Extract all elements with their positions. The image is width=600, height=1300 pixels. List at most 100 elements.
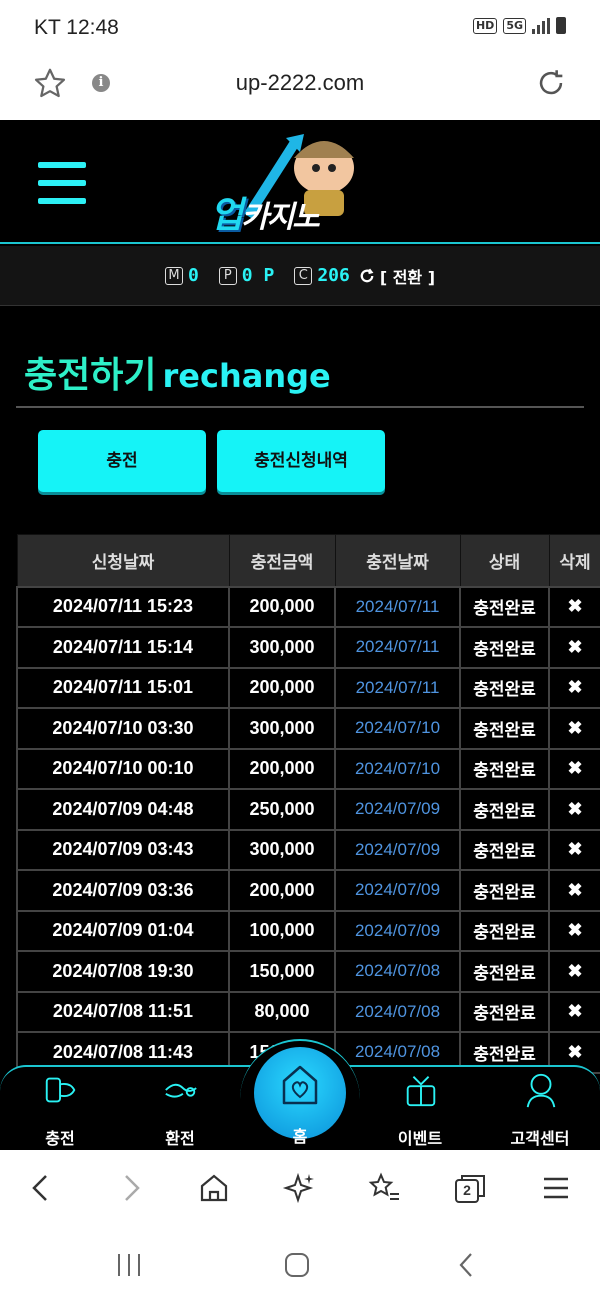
nav-event[interactable]: 이벤트 bbox=[370, 1067, 470, 1150]
delete-x-icon[interactable]: ✖ bbox=[548, 747, 600, 790]
ai-sparkle-icon[interactable] bbox=[282, 1170, 318, 1206]
points-bar: M 0 P 0 P C 206 [ 전환 ] bbox=[0, 246, 600, 306]
table-row: 2024/07/10 03:30 300,000 2024/07/10 충전완료 ✖ bbox=[16, 707, 600, 750]
site-logo[interactable]: 업카지노 bbox=[208, 124, 392, 236]
point-points: P 0 P bbox=[218, 265, 275, 286]
table-row: 2024/07/08 19:30 150,000 2024/07/08 충전완료 ✖ bbox=[16, 950, 600, 993]
delete-x-icon[interactable]: ✖ bbox=[548, 909, 600, 952]
system-back-icon[interactable] bbox=[452, 1250, 482, 1280]
cell-status: 충전완료 bbox=[459, 990, 550, 1033]
url-text[interactable]: up-2222.com bbox=[0, 70, 600, 96]
charge-history-button[interactable]: 충전신청내역 bbox=[217, 430, 385, 492]
p-value: 0 P bbox=[241, 265, 275, 286]
charge-button[interactable]: 충전 bbox=[38, 430, 206, 492]
tab-count: 2 bbox=[463, 1182, 471, 1198]
cell-charge-date: 2024/07/11 bbox=[334, 666, 461, 709]
tabs-icon[interactable]: 2 bbox=[452, 1170, 488, 1206]
cell-status: 충전완료 bbox=[459, 707, 550, 750]
cell-charge-date: 2024/07/09 bbox=[334, 869, 461, 912]
battery-icon bbox=[556, 17, 566, 34]
site-content: 업카지노 M 0 P 0 P C 206 [ 전환 ] 충전하기 rechange… bbox=[0, 120, 600, 1150]
cell-charge-date: 2024/07/11 bbox=[334, 626, 461, 669]
system-home-icon[interactable] bbox=[282, 1250, 312, 1280]
table-row: 2024/07/09 04:48 250,000 2024/07/09 충전완료 ✖ bbox=[16, 788, 600, 831]
nav-exchange[interactable]: 환전 bbox=[130, 1067, 230, 1150]
bottom-nav: 충전 환전 홈 이벤트 고객센터 bbox=[0, 1039, 600, 1150]
support-icon bbox=[526, 1073, 556, 1108]
table-row: 2024/07/08 11:51 80,000 2024/07/08 충전완료 ✖ bbox=[16, 990, 600, 1033]
system-nav-bar bbox=[0, 1226, 600, 1300]
cell-status: 충전완료 bbox=[459, 585, 550, 628]
cell-request-date: 2024/07/09 01:04 bbox=[16, 909, 230, 952]
nav-support[interactable]: 고객센터 bbox=[490, 1067, 590, 1150]
cell-amount: 200,000 bbox=[228, 585, 336, 628]
title-divider bbox=[16, 406, 584, 408]
home-icon[interactable] bbox=[196, 1170, 232, 1206]
convert-button[interactable]: [ 전환 ] bbox=[358, 264, 435, 288]
table-row: 2024/07/09 03:43 300,000 2024/07/09 충전완료 ✖ bbox=[16, 828, 600, 871]
cell-request-date: 2024/07/10 03:30 bbox=[16, 707, 230, 750]
browser-url-bar: i up-2222.com bbox=[0, 58, 600, 120]
money-points: M 0 bbox=[164, 265, 199, 286]
delete-x-icon[interactable]: ✖ bbox=[548, 828, 600, 871]
network-5g-icon: 5G bbox=[503, 17, 526, 34]
bookmarks-icon[interactable] bbox=[366, 1170, 402, 1206]
cell-request-date: 2024/07/11 15:23 bbox=[16, 585, 230, 628]
cell-request-date: 2024/07/09 03:36 bbox=[16, 869, 230, 912]
cell-request-date: 2024/07/11 15:14 bbox=[16, 626, 230, 669]
exchange-icon bbox=[165, 1083, 197, 1098]
menu-icon[interactable] bbox=[538, 1170, 574, 1206]
recent-apps-icon[interactable] bbox=[112, 1250, 146, 1280]
cell-charge-date: 2024/07/09 bbox=[334, 909, 461, 952]
delete-x-icon[interactable]: ✖ bbox=[548, 990, 600, 1033]
cell-request-date: 2024/07/09 04:48 bbox=[16, 788, 230, 831]
forward-icon[interactable] bbox=[112, 1170, 148, 1206]
page-title: 충전하기 rechange bbox=[24, 346, 331, 398]
carrier-time: KT 12:48 bbox=[34, 16, 119, 39]
cell-charge-date: 2024/07/10 bbox=[334, 747, 461, 790]
logo-text: 업카지노 bbox=[210, 195, 320, 236]
table-header-row: 신청날짜 충전금액 충전날짜 상태 삭제 bbox=[16, 534, 600, 587]
charge-history-table: 신청날짜 충전금액 충전날짜 상태 삭제 2024/07/11 15:23 200… bbox=[16, 534, 600, 1074]
delete-x-icon[interactable]: ✖ bbox=[548, 950, 600, 993]
cell-charge-date: 2024/07/09 bbox=[334, 828, 461, 871]
cell-charge-date: 2024/07/08 bbox=[334, 990, 461, 1033]
hamburger-menu-icon[interactable] bbox=[38, 162, 86, 204]
m-value: 0 bbox=[187, 265, 199, 286]
delete-x-icon[interactable]: ✖ bbox=[548, 707, 600, 750]
cell-amount: 300,000 bbox=[228, 707, 336, 750]
header-charge-date: 충전날짜 bbox=[334, 534, 461, 587]
table-body: 2024/07/11 15:23 200,000 2024/07/11 충전완료 ✖ 20… bbox=[16, 585, 600, 1074]
delete-x-icon[interactable]: ✖ bbox=[548, 869, 600, 912]
delete-x-icon[interactable]: ✖ bbox=[548, 788, 600, 831]
reload-icon[interactable] bbox=[534, 66, 568, 100]
cell-status: 충전완료 bbox=[459, 828, 550, 871]
cell-charge-date: 2024/07/11 bbox=[334, 585, 461, 628]
header-delete: 삭제 bbox=[548, 534, 600, 587]
page-title-ko: 충전하기 bbox=[24, 355, 157, 396]
nav-charge-label: 충전 bbox=[45, 1129, 75, 1148]
header-request-date: 신청날짜 bbox=[16, 534, 230, 587]
page-title-en: rechange bbox=[162, 357, 331, 395]
nav-charge[interactable]: 충전 bbox=[10, 1067, 110, 1150]
header-status: 상태 bbox=[459, 534, 550, 587]
cell-request-date: 2024/07/10 00:10 bbox=[16, 747, 230, 790]
cell-status: 충전완료 bbox=[459, 869, 550, 912]
cell-amount: 200,000 bbox=[228, 666, 336, 709]
cell-status: 충전완료 bbox=[459, 666, 550, 709]
back-icon[interactable] bbox=[24, 1170, 60, 1206]
delete-x-icon[interactable]: ✖ bbox=[548, 666, 600, 709]
cell-amount: 300,000 bbox=[228, 626, 336, 669]
cell-charge-date: 2024/07/08 bbox=[334, 950, 461, 993]
coupon-points: C 206 bbox=[294, 265, 350, 286]
convert-label: [ 전환 ] bbox=[379, 267, 436, 287]
table-row: 2024/07/11 15:23 200,000 2024/07/11 충전완료 ✖ bbox=[16, 585, 600, 628]
cell-status: 충전완료 bbox=[459, 909, 550, 952]
hd-icon: HD bbox=[472, 17, 498, 34]
delete-x-icon[interactable]: ✖ bbox=[548, 585, 600, 628]
cell-status: 충전완료 bbox=[459, 788, 550, 831]
status-icons: HD 5G bbox=[472, 17, 566, 34]
cell-amount: 300,000 bbox=[228, 828, 336, 871]
nav-support-label: 고객센터 bbox=[510, 1129, 570, 1148]
delete-x-icon[interactable]: ✖ bbox=[548, 626, 600, 669]
